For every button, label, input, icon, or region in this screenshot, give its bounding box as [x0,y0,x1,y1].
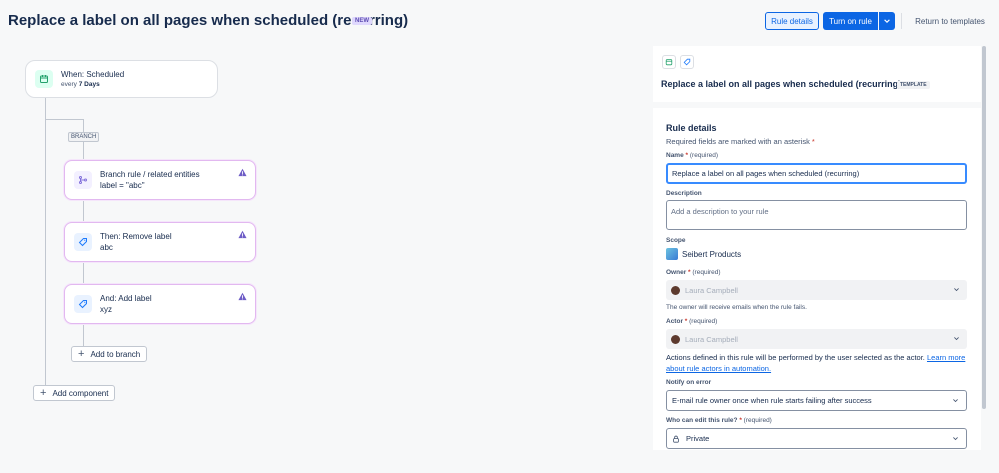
name-input[interactable]: Replace a label on all pages when schedu… [666,163,967,184]
page-title: Replace a label on all pages when schedu… [8,12,409,29]
avatar [671,334,680,344]
panel-header: Replace a label on all pages when schedu… [653,46,981,102]
branch-rule-value: label = "abc" [100,180,145,190]
chevron-down-icon [953,399,958,403]
actor-value: Laura Campbell [685,334,738,344]
turn-on-options-button[interactable] [879,12,895,30]
required-note-text: Required fields are marked with an aster… [666,137,810,146]
flow-line-main [45,98,46,388]
warning-icon [238,230,247,239]
who-edit-value: Private [686,434,710,443]
remove-label-value: abc [100,242,113,252]
remove-label-card[interactable]: Then: Remove label abc [64,222,256,262]
who-edit-label: Who can edit this rule? * (required) [666,417,772,424]
owner-help: The owner will receive emails when the r… [666,304,807,311]
scope-value: Seibert Products [682,249,742,259]
branch-icon [74,171,92,189]
actor-select[interactable]: Laura Campbell [666,329,967,349]
asterisk: * [739,417,742,424]
trigger-title: When: Scheduled [61,69,125,79]
trigger-sub-value: 7 Days [78,80,100,88]
description-input[interactable]: Add a description to your rule [666,200,967,230]
branch-label: BRANCH [68,132,100,142]
warning-icon [238,168,247,177]
asterisk: * [688,269,691,276]
asterisk: * [685,152,689,159]
add-component-label: Add component [52,388,109,398]
description-label: Description [666,190,702,197]
owner-select[interactable]: Laura Campbell [666,280,967,300]
notify-select[interactable]: E-mail rule owner once when rule starts … [666,390,967,411]
actor-label: Actor * (required) [666,318,717,325]
actor-required: (required) [689,318,718,325]
required-note: Required fields are marked with an aster… [666,137,815,146]
who-edit-label-text: Who can edit this rule? [666,417,738,424]
name-label-text: Name [666,152,684,159]
trigger-sub-prefix: every [61,80,77,88]
owner-required: (required) [692,269,721,276]
who-edit-select[interactable]: Private [666,428,967,449]
scope-row: Seibert Products [666,248,741,260]
plus-icon: + [40,386,47,399]
add-label-card[interactable]: And: Add label xyz [64,284,256,324]
actor-help-text: Actions defined in this rule will be per… [666,353,925,362]
actor-help: Actions defined in this rule will be per… [666,353,969,374]
panel-scrollbar[interactable] [982,46,986,409]
warning-icon [238,292,247,301]
who-edit-required: (required) [743,417,772,424]
notify-value: E-mail rule owner once when rule starts … [672,396,872,405]
owner-value: Laura Campbell [685,285,738,295]
branch-rule-card[interactable]: Branch rule / related entities label = "… [64,160,256,200]
header: Replace a label on all pages when schedu… [0,0,999,42]
name-required: (required) [689,152,719,159]
add-label-value: xyz [100,304,112,314]
owner-label: Owner * (required) [666,269,721,276]
owner-label-text: Owner [666,269,687,276]
new-badge: NEW [352,17,372,25]
tag-icon [74,295,92,313]
actor-label-text: Actor [666,318,683,325]
template-badge: TEMPLATE [897,81,930,89]
add-label-title: And: Add label [100,293,152,303]
header-divider [901,13,902,29]
name-value: Replace a label on all pages when schedu… [672,169,860,178]
lock-icon [673,435,679,443]
rule-details-button[interactable]: Rule details [765,12,819,30]
space-icon [666,248,678,260]
branch-rule-title: Branch rule / related entities [100,169,200,179]
calendar-icon [35,70,53,88]
notify-label: Notify on error [666,379,712,386]
asterisk: * [811,137,815,146]
plus-icon: + [78,347,85,360]
return-to-templates-button[interactable]: Return to templates [907,12,993,30]
panel-body: Rule details Required fields are marked … [653,108,981,450]
name-label: Name * (required) [666,152,718,159]
avatar [671,285,680,295]
chevron-down-icon [884,19,890,23]
remove-label-title: Then: Remove label [100,231,172,241]
tag-icon [74,233,92,251]
chevron-down-icon [954,288,959,292]
rule-canvas: When: Scheduled every 7 Days BRANCH Bran… [0,42,650,473]
panel-title: Replace a label on all pages when schedu… [661,79,902,89]
add-to-branch-button[interactable]: + Add to branch [71,346,148,362]
add-component-button[interactable]: + Add component [33,385,116,401]
section-title: Rule details [666,123,717,133]
turn-on-rule-button[interactable]: Turn on rule [823,12,878,30]
tag-icon [680,55,694,69]
scope-label: Scope [666,237,686,244]
trigger-card[interactable]: When: Scheduled every 7 Days [25,60,218,98]
asterisk: * [684,318,688,325]
rule-details-panel: Replace a label on all pages when schedu… [653,46,985,450]
flow-line-branch-top [45,119,83,120]
chevron-down-icon [953,437,958,441]
calendar-icon [662,55,676,69]
add-to-branch-label: Add to branch [90,349,141,359]
chevron-down-icon [954,337,959,341]
